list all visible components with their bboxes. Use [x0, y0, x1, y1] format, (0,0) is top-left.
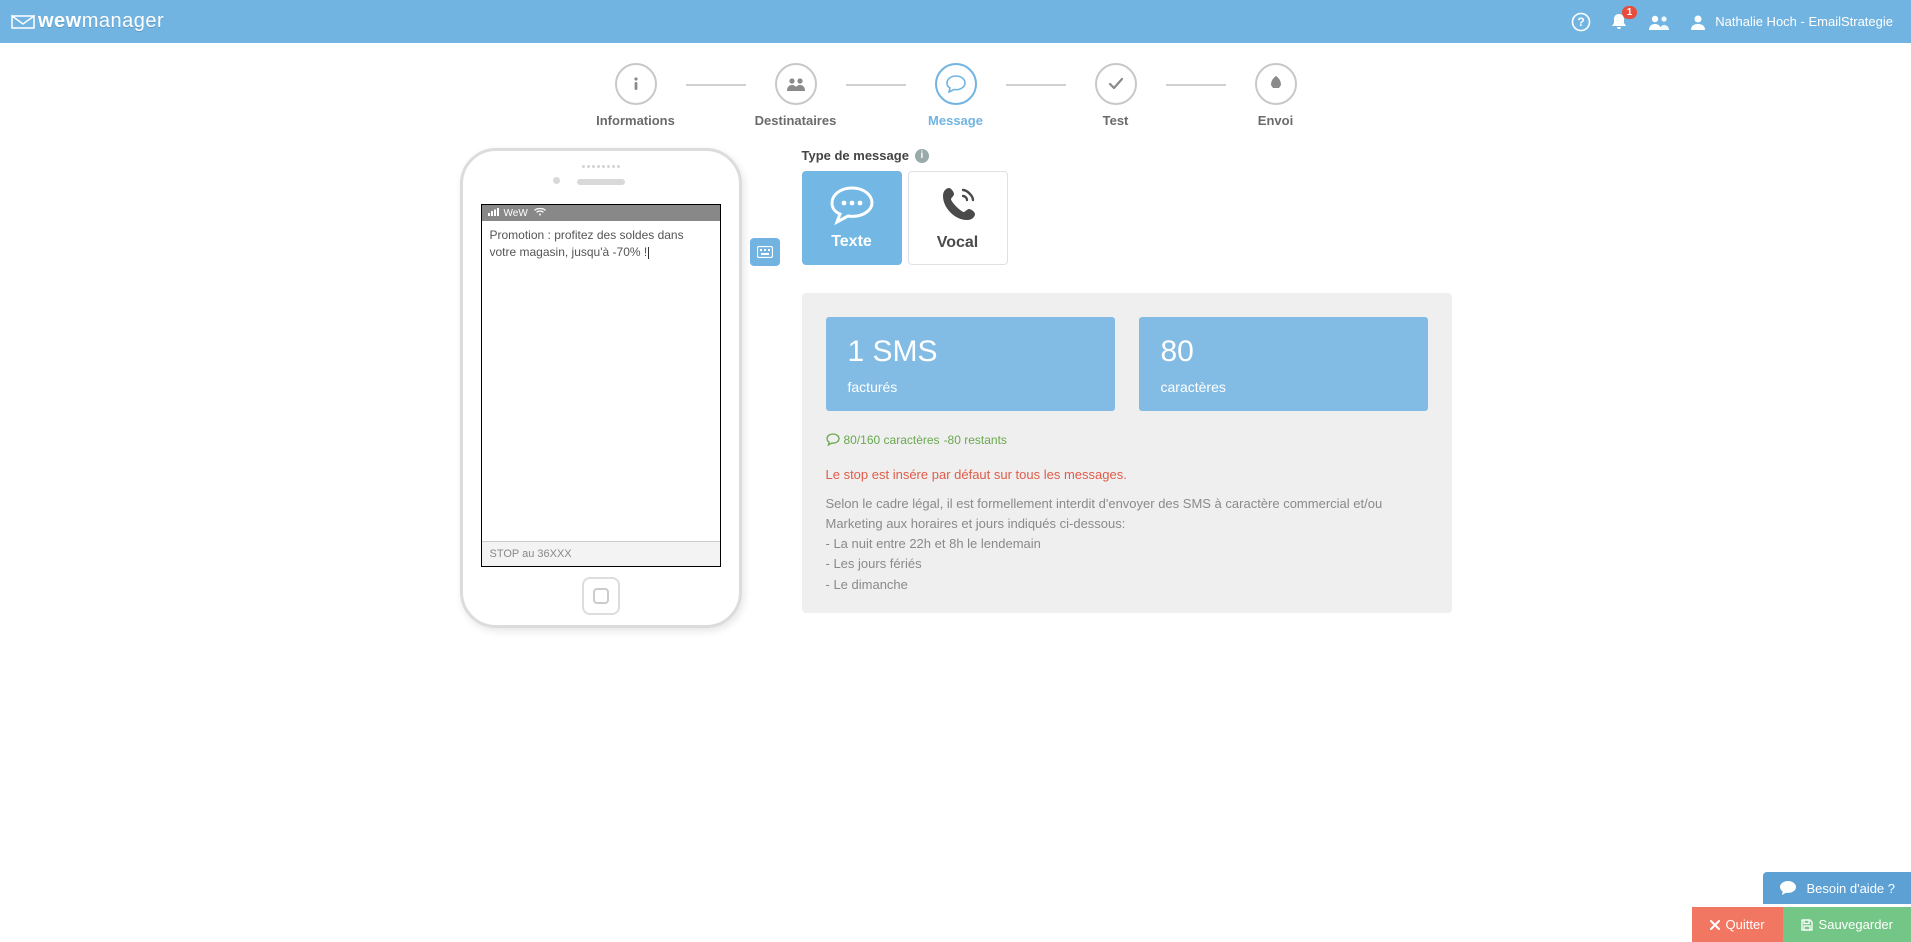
sms-stop-footer: STOP au 36XXX — [482, 542, 720, 566]
step-envoi[interactable]: Envoi — [1226, 63, 1326, 128]
info-tooltip-icon[interactable]: i — [915, 149, 929, 163]
user-menu[interactable]: Nathalie Hoch - EmailStrategie — [1689, 13, 1893, 31]
notifications-icon[interactable]: 1 — [1609, 12, 1629, 32]
user-name-label: Nathalie Hoch - EmailStrategie — [1715, 14, 1893, 29]
type-vocal-label: Vocal — [937, 234, 979, 252]
signal-icon — [488, 208, 500, 219]
quit-button[interactable]: Quitter — [1692, 907, 1783, 942]
step-connector — [846, 84, 906, 86]
stat-sms-label: facturés — [848, 379, 1093, 395]
keyboard-icon — [757, 246, 773, 258]
phone-preview-column: WeW Promotion : profitez des soldes dans… — [460, 148, 742, 628]
stat-card-sms: 1 SMS facturés — [826, 317, 1115, 411]
check-icon — [1107, 75, 1125, 93]
save-icon — [1801, 919, 1813, 931]
wifi-icon — [534, 207, 546, 219]
info-icon — [627, 75, 645, 93]
stop-warning-text: Le stop est insére par défaut sur tous l… — [826, 467, 1428, 482]
stat-chars-label: caractères — [1161, 379, 1406, 395]
rocket-icon — [1267, 75, 1285, 93]
chat-icon — [946, 75, 966, 93]
chat-small-icon — [826, 433, 840, 447]
step-connector — [1166, 84, 1226, 86]
close-icon — [1710, 920, 1720, 930]
expand-side-tab[interactable] — [750, 238, 780, 266]
help-label: Besoin d'aide ? — [1807, 881, 1896, 896]
stat-sms-value: 1 SMS — [848, 335, 1093, 369]
step-informations[interactable]: Informations — [586, 63, 686, 128]
stat-chars-value: 80 — [1161, 335, 1406, 369]
type-card-texte[interactable]: Texte — [802, 171, 902, 265]
save-button[interactable]: Sauvegarder — [1783, 907, 1911, 942]
message-settings-panel: Type de message i Texte Vocal 1 SMS fact… — [802, 148, 1452, 628]
carrier-label: WeW — [504, 208, 528, 219]
chat-bubble-icon — [828, 185, 876, 225]
step-connector — [1006, 84, 1066, 86]
save-label: Sauvegarder — [1819, 917, 1893, 932]
step-connector — [686, 84, 746, 86]
contacts-icon[interactable] — [1647, 12, 1671, 32]
stat-card-chars: 80 caractères — [1139, 317, 1428, 411]
wizard-stepper: Informations Destinataires Message Test … — [0, 63, 1911, 128]
char-counter: 80/160 caractères -80 restants — [826, 433, 1428, 447]
help-icon[interactable]: ? — [1571, 12, 1591, 32]
footer-actions: Quitter Sauvegarder — [1692, 907, 1911, 942]
phone-preview: WeW Promotion : profitez des soldes dans… — [460, 148, 742, 628]
step-destinataires[interactable]: Destinataires — [746, 63, 846, 128]
notification-badge: 1 — [1622, 6, 1638, 19]
top-bar-right: ? 1 Nathalie Hoch - EmailStrategie — [1571, 12, 1893, 32]
type-texte-label: Texte — [831, 233, 872, 251]
phone-vocal-icon — [937, 184, 979, 226]
phone-home-button — [582, 577, 620, 615]
user-icon — [1689, 13, 1707, 31]
phone-statusbar: WeW — [482, 205, 720, 221]
chat-help-icon — [1779, 880, 1797, 896]
svg-text:?: ? — [1578, 15, 1585, 29]
type-de-message-label: Type de message i — [802, 148, 1452, 163]
app-logo[interactable]: wewmanager — [10, 10, 164, 33]
main-content: WeW Promotion : profitez des soldes dans… — [0, 148, 1911, 748]
sms-text: Promotion : profitez des soldes dans vot… — [490, 228, 684, 259]
help-floating-button[interactable]: Besoin d'aide ? — [1763, 872, 1911, 904]
people-icon — [786, 76, 806, 92]
sms-message-preview[interactable]: Promotion : profitez des soldes dans vot… — [482, 221, 720, 542]
message-type-selector: Texte Vocal — [802, 171, 1452, 265]
logo-text: wewmanager — [38, 10, 164, 33]
step-message[interactable]: Message — [906, 63, 1006, 128]
phone-screen: WeW Promotion : profitez des soldes dans… — [481, 204, 721, 567]
step-test[interactable]: Test — [1066, 63, 1166, 128]
quit-label: Quitter — [1726, 917, 1765, 932]
top-bar: wewmanager ? 1 Nathalie Hoch - EmailStra… — [0, 0, 1911, 43]
legal-text: Selon le cadre légal, il est formellemen… — [826, 494, 1428, 595]
type-card-vocal[interactable]: Vocal — [908, 171, 1008, 265]
stats-box: 1 SMS facturés 80 caractères 80/160 cara… — [802, 293, 1452, 613]
